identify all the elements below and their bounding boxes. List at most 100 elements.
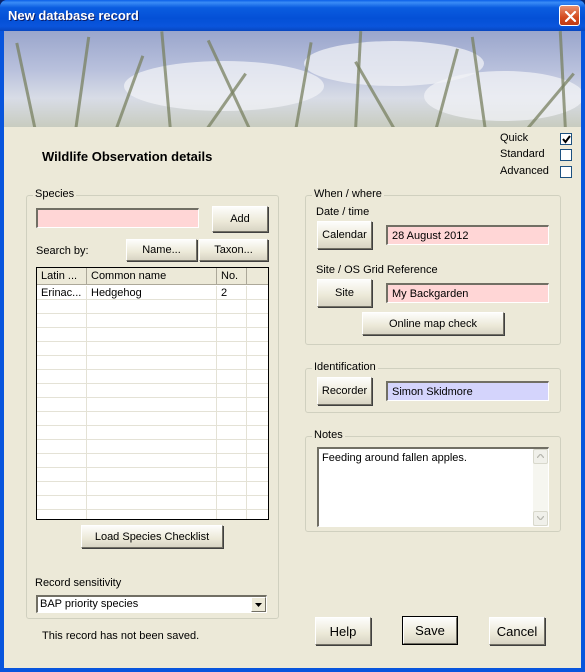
table-cell	[37, 440, 87, 454]
notes-textarea[interactable]: Feeding around fallen apples.	[317, 447, 549, 527]
table-row[interactable]: Erinac... Hedgehog 2	[37, 286, 268, 300]
table-cell	[87, 496, 217, 510]
table-cell	[217, 454, 247, 468]
table-row[interactable]	[37, 482, 268, 496]
table-cell	[247, 356, 268, 370]
table-cell	[247, 398, 268, 412]
species-list-header: Latin ... Common name No.	[37, 268, 268, 285]
search-name-button[interactable]: Name...	[126, 239, 197, 261]
table-cell	[217, 496, 247, 510]
table-cell	[217, 510, 247, 519]
table-cell	[247, 370, 268, 384]
table-cell	[37, 412, 87, 426]
table-cell	[247, 328, 268, 342]
mode-quick-label: Quick	[500, 132, 529, 144]
calendar-button[interactable]: Calendar	[317, 221, 372, 249]
table-row[interactable]	[37, 314, 268, 328]
column-header-common-name[interactable]: Common name	[87, 268, 217, 285]
table-cell	[217, 342, 247, 356]
table-cell	[87, 454, 217, 468]
table-row[interactable]	[37, 426, 268, 440]
table-row[interactable]	[37, 328, 268, 342]
search-taxon-button[interactable]: Taxon...	[199, 239, 268, 261]
table-cell	[87, 398, 217, 412]
column-header-number[interactable]: No.	[217, 268, 247, 285]
notes-scrollbar[interactable]	[533, 449, 548, 526]
table-row[interactable]	[37, 370, 268, 384]
table-cell	[217, 398, 247, 412]
help-button[interactable]: Help	[315, 617, 371, 645]
table-cell	[37, 328, 87, 342]
dialog-window: New database record Wildlife Observation…	[0, 0, 585, 672]
column-header-extra[interactable]	[247, 268, 268, 285]
site-input[interactable]	[386, 283, 549, 303]
table-cell	[247, 510, 268, 519]
species-input[interactable]	[36, 208, 199, 228]
table-cell: 2	[217, 286, 247, 300]
table-cell	[87, 328, 217, 342]
mode-advanced-label: Advanced	[500, 165, 549, 177]
table-cell	[247, 314, 268, 328]
mode-quick-checkbox[interactable]	[560, 133, 572, 145]
mode-standard-checkbox[interactable]	[560, 149, 572, 161]
record-sensitivity-label: Record sensitivity	[35, 577, 122, 589]
table-cell	[87, 468, 217, 482]
close-button[interactable]	[559, 5, 580, 26]
table-row[interactable]	[37, 468, 268, 482]
table-cell	[217, 370, 247, 384]
table-cell	[37, 510, 87, 519]
table-cell	[217, 482, 247, 496]
load-species-checklist-button[interactable]: Load Species Checklist	[81, 525, 223, 548]
scroll-up-button[interactable]	[533, 449, 548, 464]
table-row[interactable]	[37, 384, 268, 398]
table-row[interactable]	[37, 356, 268, 370]
table-cell	[247, 286, 268, 300]
table-row[interactable]	[37, 398, 268, 412]
notes-text: Feeding around fallen apples.	[322, 452, 467, 464]
save-button[interactable]: Save	[402, 616, 458, 645]
table-cell	[247, 384, 268, 398]
table-cell	[37, 468, 87, 482]
table-cell	[247, 496, 268, 510]
column-header-latin[interactable]: Latin ...	[37, 268, 87, 285]
table-cell	[37, 454, 87, 468]
add-species-button[interactable]: Add	[212, 206, 268, 232]
date-time-label: Date / time	[316, 206, 370, 218]
table-cell	[217, 426, 247, 440]
table-cell	[247, 412, 268, 426]
cancel-button[interactable]: Cancel	[489, 617, 545, 645]
online-map-check-button[interactable]: Online map check	[362, 312, 504, 335]
grass-banner-image	[4, 31, 581, 127]
table-row[interactable]	[37, 454, 268, 468]
scroll-down-button[interactable]	[533, 511, 548, 526]
table-row[interactable]	[37, 342, 268, 356]
checkmark-icon	[562, 135, 571, 144]
table-row[interactable]	[37, 412, 268, 426]
site-button[interactable]: Site	[317, 279, 372, 307]
record-sensitivity-select[interactable]: BAP priority species	[36, 595, 267, 613]
save-status-text: This record has not been saved.	[42, 630, 200, 642]
site-grid-reference-label: Site / OS Grid Reference	[316, 264, 438, 276]
table-cell	[217, 440, 247, 454]
title-bar[interactable]: New database record	[0, 0, 585, 31]
table-cell	[37, 398, 87, 412]
table-cell	[247, 468, 268, 482]
table-row[interactable]	[37, 440, 268, 454]
recorder-input[interactable]	[386, 381, 549, 401]
table-cell: Hedgehog	[87, 286, 217, 300]
table-cell	[37, 342, 87, 356]
recorder-button[interactable]: Recorder	[317, 377, 372, 405]
date-input[interactable]	[386, 225, 549, 245]
table-cell: Erinac...	[37, 286, 87, 300]
species-list[interactable]: Latin ... Common name No. Erinac... Hedge…	[36, 267, 269, 520]
mode-standard-label: Standard	[500, 148, 545, 160]
table-row[interactable]	[37, 300, 268, 314]
table-cell	[217, 384, 247, 398]
table-row[interactable]	[37, 496, 268, 510]
mode-advanced-checkbox[interactable]	[560, 166, 572, 178]
table-row[interactable]	[37, 510, 268, 519]
identification-group-label: Identification	[312, 361, 378, 373]
table-cell	[37, 496, 87, 510]
table-cell	[37, 426, 87, 440]
dropdown-button[interactable]	[251, 597, 266, 612]
